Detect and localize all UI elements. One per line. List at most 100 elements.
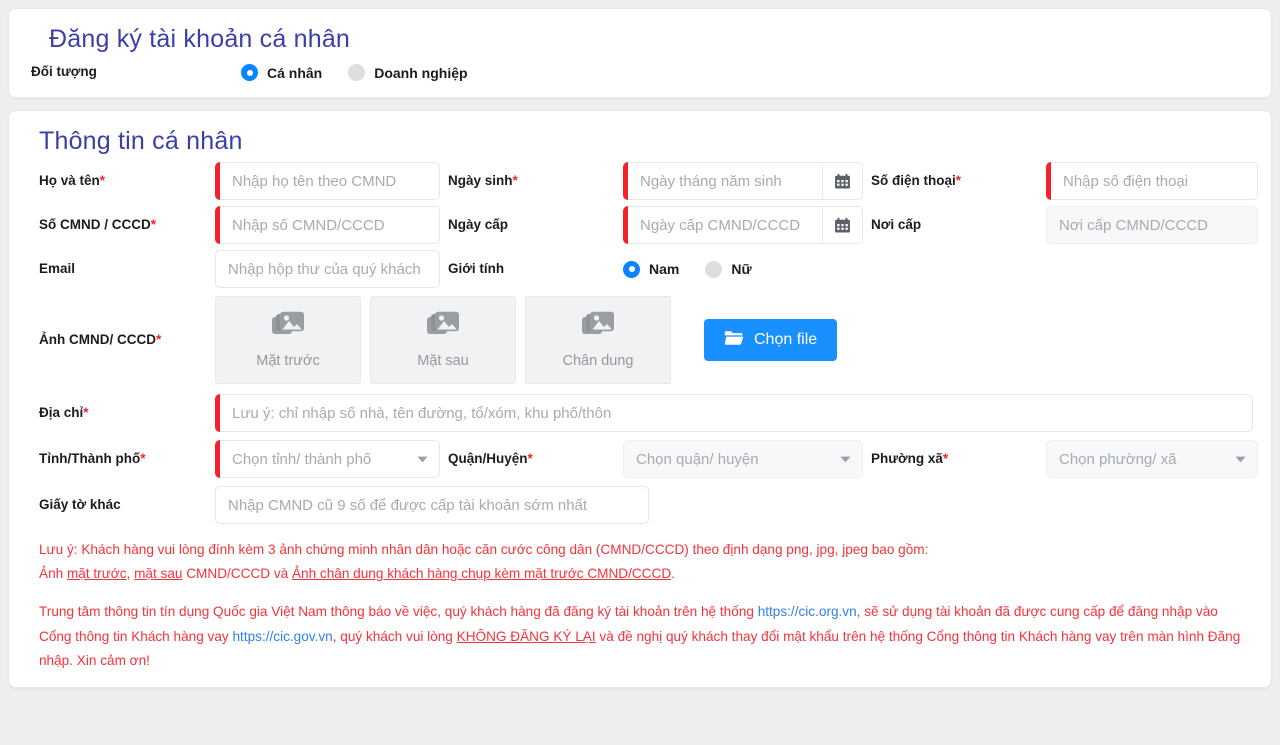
input-address-placeholder: Lưu ý: chỉ nhập số nhà, tên đường, tổ/xó… (216, 405, 1252, 422)
input-phone[interactable]: Nhập số điện thoại (1046, 162, 1258, 200)
note-link-mat-truoc[interactable]: mặt trước (67, 566, 127, 581)
input-birthdate[interactable]: Ngày tháng năm sinh (623, 162, 863, 200)
label-district: Quận/Huyện* (448, 451, 623, 467)
input-otherdocs[interactable]: Nhập CMND cũ 9 số để được cấp tài khoản … (215, 486, 649, 524)
form-row-3: Email Nhập hộp thư của quý khách Giới tí… (39, 250, 1253, 288)
subject-row: Đối tượng Cá nhân Doanh nghiệp (31, 64, 1249, 81)
input-fullname-placeholder: Nhập họ tên theo CMND (216, 173, 439, 190)
label-birthdate: Ngày sinh* (448, 173, 623, 189)
required-asterisk: * (151, 217, 156, 232)
radio-option-doanh-nghiep[interactable]: Doanh nghiệp (348, 64, 467, 81)
input-birthdate-placeholder: Ngày tháng năm sinh (624, 173, 822, 190)
image-placeholder-icon (581, 311, 615, 344)
personal-info-form: Họ và tên* Nhập họ tên theo CMND Ngày si… (39, 162, 1253, 524)
note-attachment-line1: Lưu ý: Khách hàng vui lòng đính kèm 3 ản… (39, 538, 1253, 562)
select-district-placeholder: Chọn quận/ huyện (624, 451, 836, 468)
note-attachment: Lưu ý: Khách hàng vui lòng đính kèm 3 ản… (39, 538, 1253, 586)
upload-box-mat-truoc[interactable]: Mặt trước (215, 296, 361, 384)
image-placeholder-icon (426, 311, 460, 344)
input-email-placeholder: Nhập hộp thư của quý khách (216, 261, 439, 278)
radio-option-nu[interactable]: Nữ (705, 261, 751, 278)
select-province[interactable]: Chọn tỉnh/ thành phố (215, 440, 440, 478)
radio-unselected-icon[interactable] (348, 64, 365, 81)
radio-label-doanh-nghiep: Doanh nghiệp (374, 65, 467, 81)
label-province: Tỉnh/Thành phố* (39, 451, 215, 467)
input-issueplace[interactable]: Nơi cấp CMND/CCCD (1046, 206, 1258, 244)
form-row-location: Tỉnh/Thành phố* Chọn tỉnh/ thành phố Quậ… (39, 440, 1253, 478)
radio-label-nam: Nam (649, 261, 679, 277)
calendar-icon[interactable] (822, 207, 862, 243)
label-ward: Phường xã* (871, 451, 1046, 467)
radio-option-ca-nhan[interactable]: Cá nhân (241, 64, 322, 81)
input-idnumber[interactable]: Nhập số CMND/CCCD (215, 206, 440, 244)
label-email: Email (39, 261, 215, 277)
gender-radio-group: Nam Nữ (623, 261, 863, 278)
choose-file-button[interactable]: Chọn file (704, 319, 837, 361)
label-phone: Số điện thoại* (871, 173, 1046, 189)
form-row-otherdocs: Giấy tờ khác Nhập CMND cũ 9 số để được c… (39, 486, 1253, 524)
input-issuedate[interactable]: Ngày cấp CMND/CCCD (623, 206, 863, 244)
label-photos: Ảnh CMND/ CCCD* (39, 332, 215, 348)
account-type-radio-group: Cá nhân Doanh nghiệp (241, 64, 468, 81)
input-fullname[interactable]: Nhập họ tên theo CMND (215, 162, 440, 200)
required-asterisk: * (528, 451, 533, 466)
chevron-down-icon[interactable] (1231, 456, 1257, 463)
calendar-icon[interactable] (822, 163, 862, 199)
note-link-mat-sau[interactable]: mặt sau (134, 566, 182, 581)
input-otherdocs-placeholder: Nhập CMND cũ 9 số để được cấp tài khoản … (216, 497, 648, 514)
radio-unselected-icon[interactable] (705, 261, 722, 278)
label-idnumber: Số CMND / CCCD* (39, 217, 215, 233)
label-gender: Giới tính (448, 261, 623, 277)
label-fullname: Họ và tên* (39, 173, 215, 189)
upload-box-label: Mặt sau (417, 353, 469, 369)
page-root: Đăng ký tài khoản cá nhân Đối tượng Cá n… (0, 0, 1280, 745)
form-row-photos: Ảnh CMND/ CCCD* Mặt trước Mặt sau (39, 296, 1253, 384)
form-row-2: Số CMND / CCCD* Nhập số CMND/CCCD Ngày c… (39, 206, 1253, 244)
upload-area: Mặt trước Mặt sau Chân dung (215, 296, 837, 384)
radio-label-nu: Nữ (731, 261, 751, 277)
required-asterisk: * (83, 405, 88, 420)
select-district[interactable]: Chọn quận/ huyện (623, 440, 863, 478)
input-issuedate-placeholder: Ngày cấp CMND/CCCD (624, 217, 822, 234)
upload-box-label: Mặt trước (256, 353, 320, 369)
input-email[interactable]: Nhập hộp thư của quý khách (215, 250, 440, 288)
input-address[interactable]: Lưu ý: chỉ nhập số nhà, tên đường, tổ/xó… (215, 394, 1253, 432)
radio-label-ca-nhan: Cá nhân (267, 65, 322, 81)
form-row-1: Họ và tên* Nhập họ tên theo CMND Ngày si… (39, 162, 1253, 200)
input-idnumber-placeholder: Nhập số CMND/CCCD (216, 217, 439, 234)
folder-open-icon (724, 330, 744, 351)
upload-box-label: Chân dung (563, 353, 634, 369)
choose-file-label: Chọn file (754, 331, 817, 349)
image-placeholder-icon (271, 311, 305, 344)
required-asterisk: * (943, 451, 948, 466)
page-title: Đăng ký tài khoản cá nhân (49, 25, 1249, 54)
link-cic-gov-vn[interactable]: https://cic.gov.vn (232, 629, 332, 644)
note-cic-announcement: Trung tâm thông tin tín dụng Quốc gia Vi… (39, 600, 1253, 673)
label-issueplace: Nơi cấp (871, 217, 1046, 233)
label-issuedate: Ngày cấp (448, 217, 623, 233)
select-province-placeholder: Chọn tỉnh/ thành phố (216, 451, 413, 468)
label-otherdocs: Giấy tờ khác (39, 497, 215, 513)
note-emphasis-khong-dang-ky-lai: KHÔNG ĐĂNG KÝ LẠI (457, 629, 596, 644)
upload-box-mat-sau[interactable]: Mặt sau (370, 296, 516, 384)
note-link-chan-dung[interactable]: Ảnh chân dung khách hàng chụp kèm mặt tr… (292, 566, 671, 581)
chevron-down-icon[interactable] (836, 456, 862, 463)
upload-box-chan-dung[interactable]: Chân dung (525, 296, 671, 384)
account-type-card: Đăng ký tài khoản cá nhân Đối tượng Cá n… (8, 8, 1272, 98)
section-title-personal-info: Thông tin cá nhân (39, 127, 1253, 156)
required-asterisk: * (513, 173, 518, 188)
select-ward-placeholder: Chọn phường/ xã (1047, 451, 1231, 468)
radio-selected-icon[interactable] (241, 64, 258, 81)
input-phone-placeholder: Nhập số điện thoại (1047, 173, 1257, 190)
link-cic-org-vn[interactable]: https://cic.org.vn (758, 604, 857, 619)
select-ward[interactable]: Chọn phường/ xã (1046, 440, 1258, 478)
required-asterisk: * (156, 332, 161, 347)
note-attachment-line2: Ảnh mặt trước, mặt sau CMND/CCCD và Ảnh … (39, 562, 1253, 586)
required-asterisk: * (956, 173, 961, 188)
radio-selected-icon[interactable] (623, 261, 640, 278)
chevron-down-icon[interactable] (413, 456, 439, 463)
required-asterisk: * (140, 451, 145, 466)
label-address: Địa chỉ* (39, 405, 215, 421)
subject-label: Đối tượng (31, 64, 241, 80)
radio-option-nam[interactable]: Nam (623, 261, 679, 278)
